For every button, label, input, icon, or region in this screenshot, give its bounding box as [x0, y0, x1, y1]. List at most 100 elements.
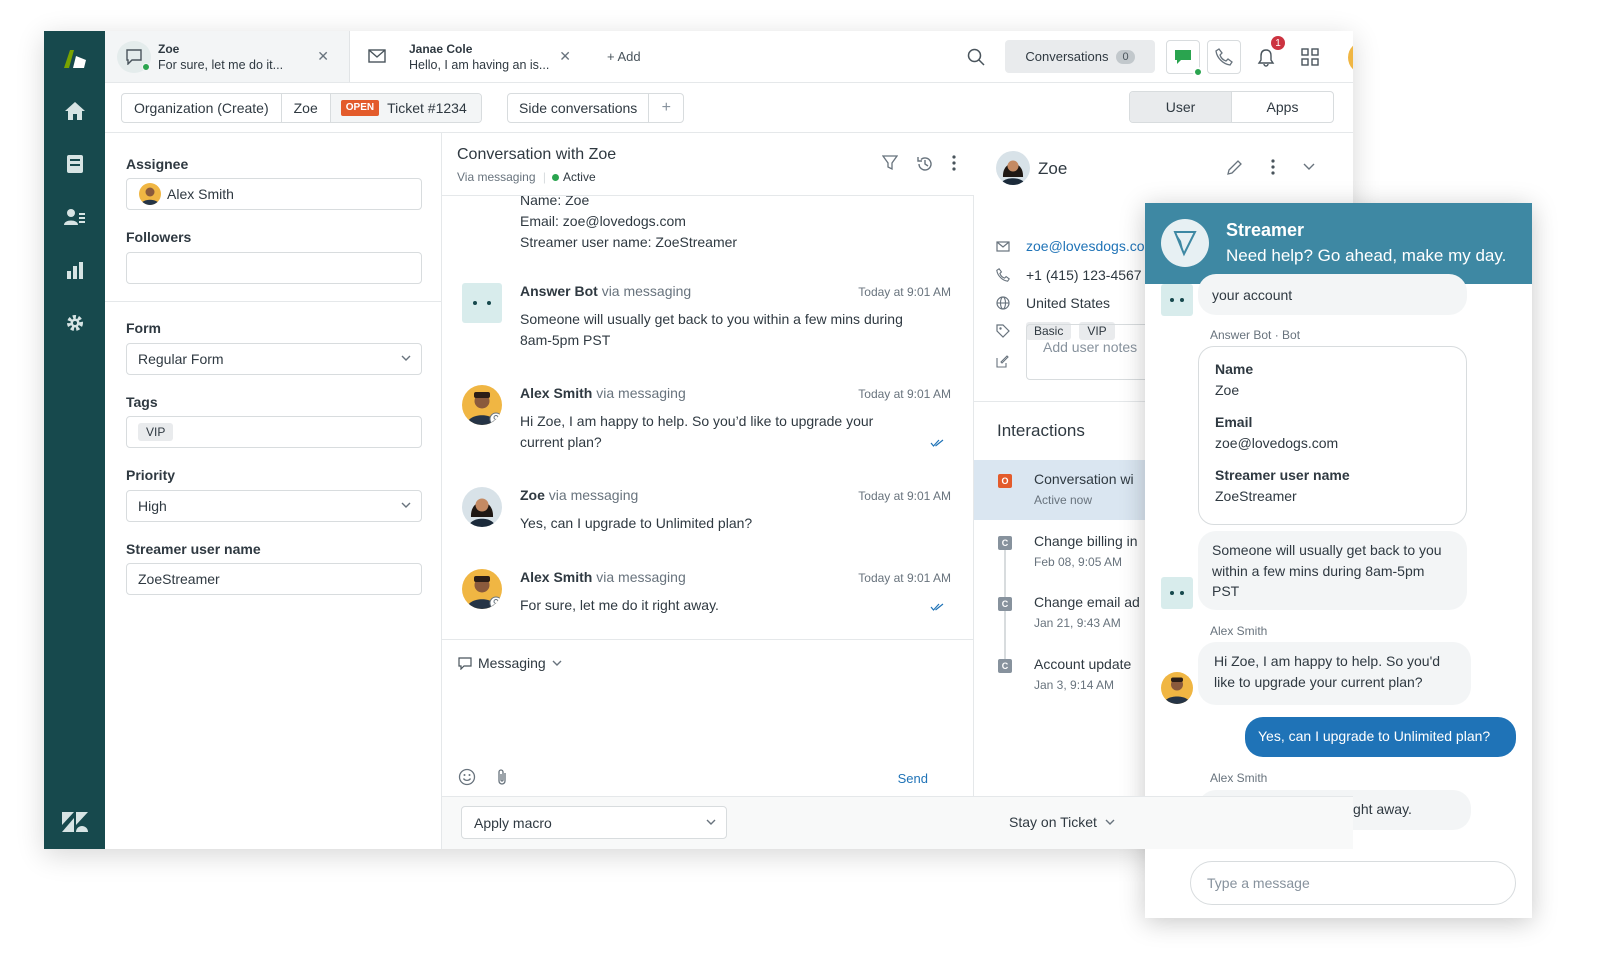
views-icon[interactable] [44, 146, 105, 182]
zoe-avatar [462, 487, 502, 527]
zendesk-logo-icon[interactable] [44, 804, 105, 840]
grid-icon [1301, 48, 1319, 66]
emoji-icon[interactable] [458, 768, 476, 786]
zendesk-product-logo-icon[interactable] [44, 41, 105, 77]
tags-label: Tags [126, 394, 158, 410]
nav-rail [44, 31, 105, 849]
answer-bot-avatar [462, 283, 502, 323]
attachment-icon[interactable] [496, 768, 508, 786]
agent-avatar[interactable] [1348, 41, 1353, 74]
tab-janae-cole[interactable]: Janae Cole Hello, I am having an is... ✕ [351, 31, 591, 82]
chevron-down-icon[interactable] [1303, 163, 1315, 171]
product-tray-button[interactable] [1293, 40, 1327, 74]
stay-label: Stay on Ticket [1009, 814, 1097, 830]
form-select[interactable]: Regular Form [126, 343, 422, 375]
edit-pencil-icon[interactable] [1226, 159, 1243, 176]
add-side-conversation-button[interactable]: + [649, 94, 683, 122]
more-vertical-icon[interactable] [1271, 159, 1275, 175]
streamer-label: Streamer user name [126, 541, 261, 557]
message-author: Alex Smith via messaging [520, 385, 686, 401]
online-status-dot [1193, 67, 1203, 77]
widget-message-input[interactable]: Type a message [1190, 861, 1516, 905]
breadcrumb-ticket[interactable]: OPEN Ticket #1234 [330, 94, 481, 122]
card-key: Name [1215, 361, 1254, 377]
apply-macro-select[interactable]: Apply macro [461, 806, 727, 839]
messaging-status-button[interactable] [1166, 40, 1203, 77]
apps-segment-button[interactable]: Apps [1232, 92, 1333, 122]
tag-pill[interactable]: VIP [138, 423, 174, 441]
message-author: Answer Bot via messaging [520, 283, 692, 299]
tab-zoe[interactable]: Zoe For sure, let me do it... ✕ [105, 31, 350, 82]
bell-icon [1257, 48, 1275, 67]
interaction-subtitle: Active now [1034, 493, 1093, 507]
chevron-down-icon [1105, 819, 1115, 825]
chevron-down-icon [401, 355, 411, 361]
message-time: Today at 9:01 AM [858, 571, 951, 585]
card-key: Email [1215, 414, 1253, 430]
user-segment-button[interactable]: User [1130, 92, 1232, 122]
agent-bubble: Hi Zoe, I am happy to help. So you'd lik… [1198, 642, 1471, 705]
breadcrumb-user[interactable]: Zoe [282, 94, 331, 122]
interaction-subtitle: Jan 21, 9:43 AM [1034, 616, 1121, 630]
message-body: Hi Zoe, I am happy to help. So you’d lik… [520, 413, 874, 450]
conversations-button[interactable]: Conversations 0 [1005, 40, 1155, 73]
chat-bubble-icon [458, 656, 472, 670]
tags-field[interactable]: VIP [126, 416, 422, 448]
more-vertical-icon[interactable] [952, 155, 956, 171]
bot-bubble: Someone will usually get back to you wit… [1198, 531, 1467, 610]
agent-sender-label: Alex Smith [1210, 624, 1268, 638]
user-email-link[interactable]: zoe@lovesdogs.co [1026, 238, 1145, 254]
customers-icon[interactable] [44, 199, 105, 235]
breadcrumb-organization[interactable]: Organization (Create) [122, 94, 282, 122]
conversation-actions [882, 155, 956, 173]
settings-gear-icon[interactable] [44, 305, 105, 341]
priority-select[interactable]: High [126, 490, 422, 522]
bot-bubble: your account [1198, 274, 1467, 315]
partial-line: Streamer user name: ZoeStreamer [520, 234, 738, 250]
history-icon[interactable] [916, 155, 934, 173]
reporting-icon[interactable] [44, 252, 105, 288]
widget-header: Streamer Need help? Go ahead, make my da… [1145, 203, 1532, 284]
followers-field[interactable] [126, 252, 422, 284]
search-icon[interactable] [967, 48, 985, 69]
card-value: zoe@lovedogs.com [1215, 434, 1339, 451]
streamer-value: ZoeStreamer [138, 571, 220, 587]
form-value: Regular Form [138, 351, 224, 367]
user-avatar [996, 151, 1030, 185]
user-bubble: Yes, can I upgrade to Unlimited plan? [1245, 717, 1516, 757]
phone-button[interactable] [1207, 40, 1241, 74]
notifications-button[interactable]: 1 [1249, 36, 1285, 74]
message-author: Alex Smith via messaging [520, 569, 686, 585]
message-body: Yes, can I upgrade to Unlimited plan? [520, 515, 753, 531]
divider [105, 301, 442, 302]
breadcrumb: Organization (Create) Zoe OPEN Ticket #1… [121, 93, 482, 123]
send-button[interactable]: Send [898, 771, 928, 786]
streamer-field[interactable]: ZoeStreamer [126, 563, 422, 595]
add-tab-button[interactable]: + Add [607, 49, 641, 64]
user-phone-row: +1 (415) 123-4567 [996, 267, 1142, 283]
channel-switcher[interactable]: Messaging [458, 655, 562, 671]
globe-icon [996, 296, 1010, 310]
side-conversations-button[interactable]: Side conversations [508, 94, 650, 122]
user-location-row: United States [996, 295, 1110, 311]
assignee-field[interactable]: Alex Smith [126, 178, 422, 210]
close-tab-icon[interactable]: ✕ [559, 48, 571, 65]
stay-on-ticket-select[interactable]: Stay on Ticket [1009, 814, 1115, 830]
close-tab-icon[interactable]: ✕ [317, 48, 329, 65]
priority-value: High [138, 498, 167, 514]
filter-icon[interactable] [882, 155, 898, 171]
answer-bot-avatar [1161, 284, 1193, 316]
note-icon [996, 355, 1009, 368]
conversations-label: Conversations [1025, 49, 1109, 64]
user-name: Zoe [1038, 159, 1068, 178]
active-status-dot [551, 174, 559, 181]
alex-smith-avatar [462, 569, 502, 609]
conversation-title: Conversation with Zoe [457, 146, 617, 163]
phone-icon [1215, 48, 1233, 66]
conversation-subtitle: Via messaging | Active [457, 170, 596, 184]
composer[interactable]: Messaging Send [442, 639, 974, 796]
home-icon[interactable] [44, 93, 105, 129]
closed-status-badge: C [998, 659, 1012, 673]
message-time: Today at 9:01 AM [858, 285, 951, 299]
status-badge: OPEN [340, 100, 380, 116]
